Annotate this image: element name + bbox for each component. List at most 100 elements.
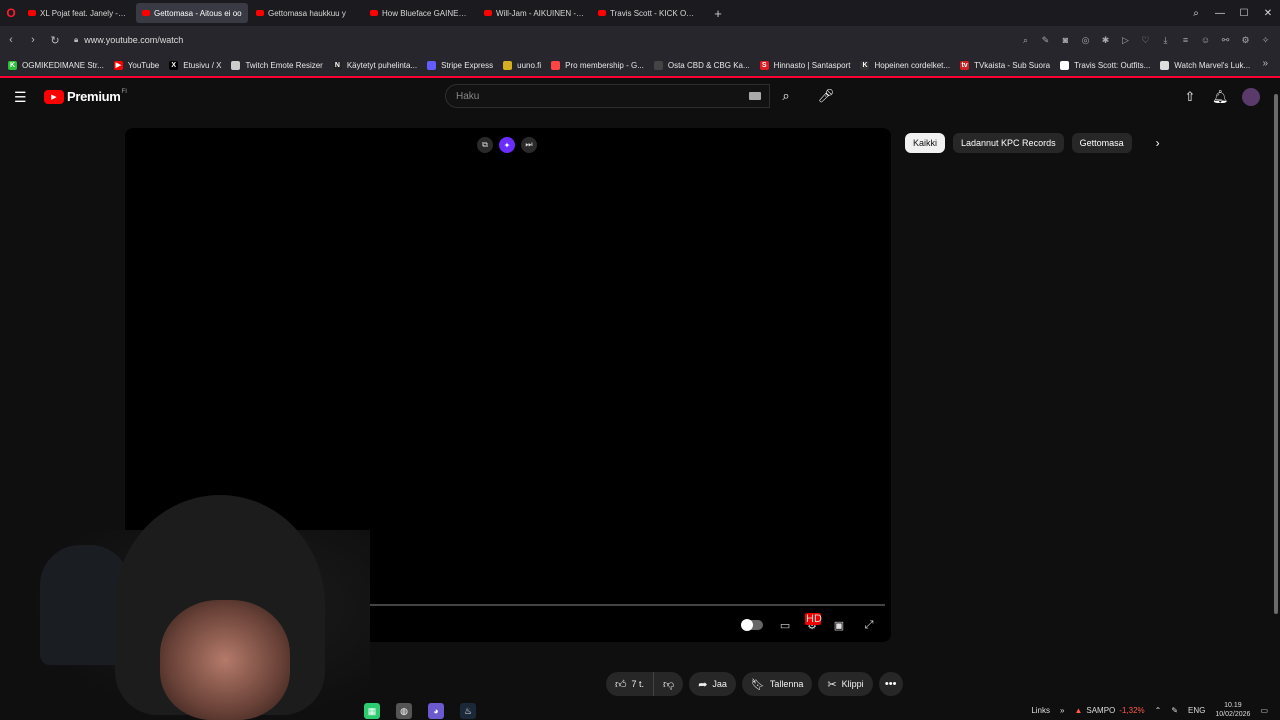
ai-icon[interactable]: ✧ <box>1259 35 1272 46</box>
tab-title: XL Pojat feat. Janely - Tap <box>40 8 128 18</box>
bookmark-item[interactable]: Watch Marvel's Luk... <box>1160 60 1251 70</box>
bookmark-item[interactable]: Twitch Emote Resizer <box>231 60 323 70</box>
app-gray-icon[interactable]: ◍ <box>396 703 412 719</box>
fullscreen-icon[interactable]: ⤢ <box>861 619 877 632</box>
download-icon[interactable]: ⤓ <box>1159 35 1172 46</box>
minimize-button[interactable]: — <box>1208 8 1232 19</box>
stock-widget[interactable]: ▲ SAMPO -1,32% <box>1074 706 1144 715</box>
search-icon[interactable]: ⌕ <box>1019 35 1032 46</box>
menu-hamburger-icon[interactable]: ☰ <box>14 89 30 106</box>
scrollbar-thumb[interactable] <box>1274 94 1278 614</box>
browser-tab[interactable]: Travis Scott - KICK OUT - Y <box>592 3 704 23</box>
ai-assist-icon[interactable]: ✦ <box>499 137 515 153</box>
bookmark-label: YouTube <box>127 60 160 70</box>
new-tab-button[interactable]: + <box>710 5 726 21</box>
clock-time: 10.19 <box>1224 702 1242 709</box>
microphone-icon[interactable]: 🎤︎ <box>814 84 838 108</box>
browser-tab[interactable]: How Blueface GAINED w <box>364 3 476 23</box>
opera-logo-icon[interactable]: O <box>0 0 22 26</box>
chip-all[interactable]: Kaikki <box>905 133 946 153</box>
discord-icon[interactable]: ◕ <box>428 703 444 719</box>
maximize-button[interactable]: ☐ <box>1232 8 1256 19</box>
aria-icon[interactable]: ⚯ <box>1219 35 1232 46</box>
bookmark-favicon-icon <box>231 60 241 70</box>
bookmark-item[interactable]: N Käytetyt puhelinta... <box>332 60 417 70</box>
browser-tab[interactable]: Gettomasa - Aitous ei oo <box>136 3 248 23</box>
youtube-favicon-icon <box>28 10 36 16</box>
bookmark-item[interactable]: K OGMIKEDIMANE Str... <box>8 60 104 70</box>
bookmark-item[interactable]: Stripe Express <box>427 60 493 70</box>
search-button[interactable]: ⌕ <box>770 84 802 108</box>
share-button[interactable]: ➦ Jaa <box>689 672 736 696</box>
links-toolbar[interactable]: Links <box>1031 706 1050 715</box>
bookmark-item[interactable]: Travis Scott: Outfits... <box>1060 60 1150 70</box>
browser-tab[interactable]: Will-Jam - AIKUINEN - Yo <box>478 3 590 23</box>
webcam-overlay <box>0 490 370 720</box>
bookmark-item[interactable]: uuno.fi <box>503 60 542 70</box>
language-indicator[interactable]: ENG <box>1188 706 1205 715</box>
more-actions-button[interactable]: ••• <box>878 672 903 696</box>
browser-tab[interactable]: Gettomasa haukkuu y <box>250 3 362 23</box>
avatar[interactable] <box>1242 88 1260 106</box>
theater-mode-icon[interactable]: ▣ <box>831 619 847 632</box>
close-window-button[interactable]: ✕ <box>1256 8 1280 19</box>
camera-icon[interactable]: ◙ <box>1059 35 1072 45</box>
page-scrollbar[interactable] <box>1272 80 1280 628</box>
app-green-icon[interactable]: ▦ <box>364 703 380 719</box>
bookmark-item[interactable]: ▶ YouTube <box>113 60 160 70</box>
extensions-icon[interactable]: ✱ <box>1099 35 1112 46</box>
chip-gettomasa[interactable]: Gettomasa <box>1071 133 1132 153</box>
settings-icon[interactable]: ⚙ <box>1239 35 1252 46</box>
back-button[interactable]: ‹ <box>0 34 22 46</box>
bookmark-item[interactable]: Pro membership - G... <box>551 60 644 70</box>
steam-icon[interactable]: ♨ <box>460 703 476 719</box>
progress-bar[interactable] <box>345 604 885 606</box>
bookmark-item[interactable]: Osta CBD & CBG Ka... <box>653 60 750 70</box>
menu-icon[interactable]: ≡ <box>1179 35 1192 45</box>
next-video-icon[interactable]: ⏭ <box>521 137 537 153</box>
autoplay-toggle[interactable] <box>741 619 764 631</box>
youtube-premium-logo[interactable]: ▶ Premium FI <box>44 89 127 104</box>
settings-control[interactable]: ⚙ HD <box>805 613 822 634</box>
save-button[interactable]: 🔖︎ Tallenna <box>741 672 813 696</box>
search-tabs-icon[interactable]: ⌕ <box>1184 8 1208 19</box>
chevron-right-icon[interactable]: › <box>1156 136 1160 150</box>
bookmark-label: Watch Marvel's Luk... <box>1174 60 1251 70</box>
tray-chevron-icon[interactable]: ⌃ <box>1155 706 1162 715</box>
upload-icon[interactable]: ⇧ <box>1182 89 1198 105</box>
pen-icon[interactable]: ✎ <box>1171 706 1178 715</box>
browser-tab[interactable]: XL Pojat feat. Janely - Tap <box>22 3 134 23</box>
youtube-favicon-icon <box>484 10 492 16</box>
more-bookmarks-icon[interactable]: » <box>1262 58 1268 69</box>
miniplayer-icon[interactable]: ⧉ <box>477 137 493 153</box>
forward-button[interactable]: › <box>22 34 44 46</box>
bookmark-item[interactable]: X Etusivu / X <box>169 60 221 70</box>
subtitles-icon[interactable]: ▭ <box>777 619 793 632</box>
clock[interactable]: 10.19 10/02/2026 <box>1215 701 1250 719</box>
vpn-icon[interactable]: ◎ <box>1079 35 1092 46</box>
search-input[interactable]: Haku <box>445 84 770 108</box>
bookmark-favicon-icon: K <box>8 60 17 70</box>
youtube-favicon-icon <box>370 10 378 16</box>
clip-button[interactable]: ✂ Klippi <box>818 672 873 696</box>
recommendation-chips: Kaikki Ladannut KPC Records Gettomasa › <box>905 133 1160 153</box>
hd-badge: HD <box>805 613 822 625</box>
profile-icon[interactable]: ☺ <box>1199 35 1212 45</box>
dislike-button[interactable]: 👎︎ <box>654 672 684 696</box>
bookmark-label: uuno.fi <box>517 60 542 70</box>
url-field[interactable]: www.youtube.com/watch <box>84 35 183 45</box>
bookmark-favicon-icon: X <box>169 60 179 70</box>
bookmark-item[interactable]: K Hopeinen cordelket... <box>860 60 950 70</box>
notifications-bell-icon[interactable]: 🔔︎ <box>1212 89 1229 105</box>
bookmark-item[interactable]: S Hinnasto | Santasport <box>759 60 850 70</box>
heart-icon[interactable]: ♡ <box>1139 35 1152 46</box>
links-chevron-icon[interactable]: » <box>1060 706 1064 715</box>
chip-uploaded-by[interactable]: Ladannut KPC Records <box>953 133 1064 153</box>
player-icon[interactable]: ▷ <box>1119 35 1132 46</box>
like-button[interactable]: 👍︎ 7 t. <box>606 672 655 696</box>
reload-button[interactable]: ↻ <box>44 34 66 47</box>
keyboard-icon[interactable] <box>749 92 761 100</box>
bookmark-item[interactable]: tv TVkaista - Sub Suora <box>960 60 1050 70</box>
edit-icon[interactable]: ✎ <box>1039 35 1052 46</box>
notification-center-icon[interactable]: ▭ <box>1260 706 1268 715</box>
